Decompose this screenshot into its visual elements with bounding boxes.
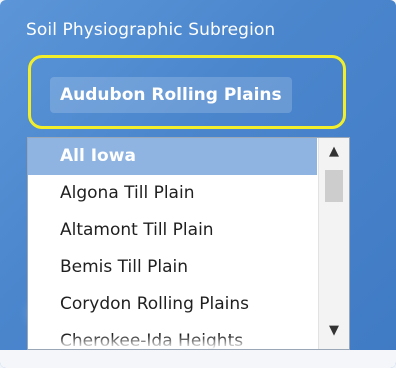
subregion-dropdown-list[interactable]: All Iowa Algona Till Plain Altamont Till… — [27, 137, 350, 350]
scroll-thumb[interactable] — [325, 170, 343, 202]
dropdown-option[interactable]: Bemis Till Plain — [28, 249, 317, 286]
dropdown-option[interactable]: Algona Till Plain — [28, 175, 317, 212]
dropdown-option[interactable]: Altamont Till Plain — [28, 212, 317, 249]
scroll-down-icon[interactable]: ▼ — [319, 319, 349, 343]
list-fade — [28, 335, 318, 349]
subregion-select-value[interactable]: Audubon Rolling Plains — [50, 77, 292, 113]
dropdown-option[interactable]: Corydon Rolling Plains — [28, 286, 317, 323]
scroll-up-icon[interactable]: ▲ — [319, 140, 349, 164]
dropdown-option[interactable]: All Iowa — [28, 138, 317, 175]
field-label: Soil Physiographic Subregion — [26, 20, 276, 40]
dropdown-options: All Iowa Algona Till Plain Altamont Till… — [28, 138, 317, 349]
dropdown-scrollbar[interactable]: ▲ ▼ — [318, 138, 349, 349]
filter-panel: Soil Physiographic Subregion Audubon Rol… — [0, 0, 396, 368]
